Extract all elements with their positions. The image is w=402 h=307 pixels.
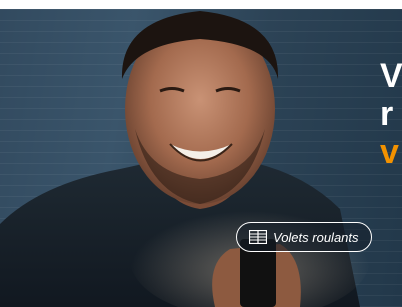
product-tag-button[interactable]: Volets roulants [236,222,372,252]
ad-headline: V r v [380,57,402,171]
headline-line-1: V [380,57,402,95]
headline-line-2: r [380,95,394,133]
person-photo [0,11,370,307]
headline-line-3: v [380,133,399,171]
ad-banner[interactable]: V r v Volets roulants [0,9,402,307]
product-tag-label: Volets roulants [273,229,359,245]
window-blind-icon [249,230,267,244]
